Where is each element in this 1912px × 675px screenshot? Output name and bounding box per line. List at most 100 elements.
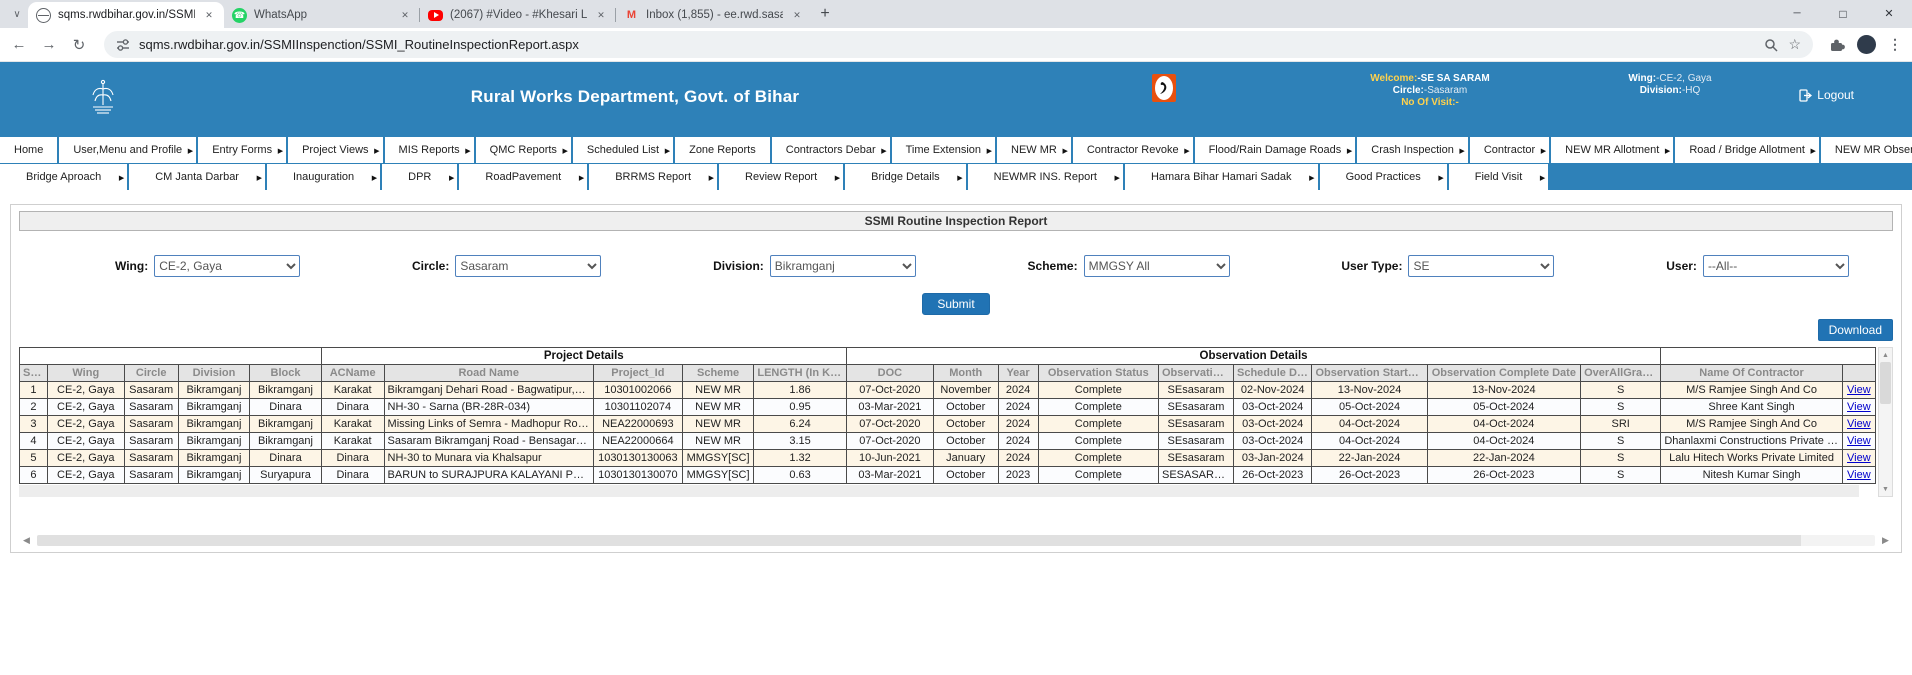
table-cell: Complete	[1038, 450, 1158, 467]
menu-item[interactable]: QMC Reports	[476, 137, 571, 163]
scroll-right-icon[interactable]	[1878, 535, 1893, 546]
browser-address-bar: ← → ↻ sqms.rwdbihar.gov.in/SSMIInspencti…	[0, 28, 1912, 62]
view-cell: View	[1842, 450, 1875, 467]
scroll-down-icon[interactable]	[1882, 482, 1889, 496]
menu-item[interactable]: Entry Forms	[198, 137, 286, 163]
view-link[interactable]: View	[1847, 435, 1871, 447]
download-button[interactable]: Download	[1818, 319, 1893, 341]
bookmark-star-icon[interactable]	[1788, 36, 1801, 53]
menu-item[interactable]: RoadPavement	[459, 164, 587, 190]
tab-close-icon[interactable]	[202, 8, 216, 22]
view-link[interactable]: View	[1847, 384, 1871, 396]
menu-item[interactable]: Road / Bridge Allotment	[1675, 137, 1819, 163]
filter-label: Scheme:	[1028, 259, 1078, 273]
circle-select[interactable]: Sasaram	[455, 255, 601, 277]
browser-menu-icon[interactable]	[1888, 36, 1902, 53]
site-header: Rural Works Department, Govt. of Bihar W…	[0, 62, 1912, 136]
browser-tab[interactable]: Inbox (1,855) - ee.rwd.sasaram	[616, 2, 812, 28]
filter-group: User Type: SE	[1341, 255, 1554, 277]
menu-item[interactable]: Contractor Revoke	[1073, 137, 1193, 163]
table-cell: NEA22000664	[593, 433, 682, 450]
forward-icon[interactable]: →	[40, 36, 58, 53]
table-cell: October	[933, 399, 998, 416]
scroll-up-icon[interactable]	[1882, 348, 1889, 362]
table-cell: Dinara	[250, 450, 322, 467]
user-type-select[interactable]: SE	[1408, 255, 1554, 277]
table-horizontal-scrollbar[interactable]	[19, 485, 1859, 497]
menu-item[interactable]: BRRMS Report	[589, 164, 717, 190]
vertical-scrollbar[interactable]	[1878, 347, 1893, 497]
menu-item[interactable]: NEWMR INS. Report	[968, 164, 1123, 190]
browser-tab[interactable]: (2067) #Video - #Khesari Lal Ya	[420, 2, 616, 28]
menu-item[interactable]: Contractor	[1470, 137, 1549, 163]
table-cell: M/S Ramjee Singh And Co	[1661, 416, 1842, 433]
menu-item[interactable]: Zone Reports	[675, 137, 770, 163]
youtube-icon	[428, 10, 443, 21]
menu-item[interactable]: Flood/Rain Damage Roads	[1195, 137, 1356, 163]
column-header: LENGTH (In KM)	[754, 365, 846, 382]
menu-item[interactable]: Time Extension	[892, 137, 995, 163]
menu-item[interactable]: Good Practices	[1320, 164, 1447, 190]
scheme-select[interactable]: MMGSY All	[1084, 255, 1230, 277]
tab-close-icon[interactable]	[790, 8, 804, 22]
view-link[interactable]: View	[1847, 469, 1871, 481]
tab-close-icon[interactable]	[594, 8, 608, 22]
view-link[interactable]: View	[1847, 401, 1871, 413]
scroll-left-icon[interactable]	[19, 535, 34, 546]
menu-item[interactable]: Project Views	[288, 137, 382, 163]
submit-button[interactable]: Submit	[922, 293, 989, 315]
browser-tab[interactable]: sqms.rwdbihar.gov.in/SSMIInsp	[28, 2, 224, 28]
horizontal-scroll-track[interactable]	[37, 535, 1875, 546]
menu-item[interactable]: DPR	[382, 164, 457, 190]
maximize-button[interactable]	[1820, 0, 1866, 27]
view-link[interactable]: View	[1847, 452, 1871, 464]
view-link[interactable]: View	[1847, 418, 1871, 430]
tab-close-icon[interactable]	[398, 8, 412, 22]
menu-item[interactable]: MIS Reports	[385, 137, 474, 163]
close-button[interactable]	[1866, 0, 1912, 27]
menu-item-label: NEW MR Allotment	[1565, 144, 1659, 156]
table-cell: M/S Ramjee Singh And Co	[1661, 382, 1842, 399]
search-zoom-icon[interactable]	[1764, 38, 1778, 52]
extensions-puzzle-icon[interactable]	[1829, 37, 1845, 53]
view-cell: View	[1842, 416, 1875, 433]
menu-item[interactable]: User,Menu and Profile	[59, 137, 196, 163]
menu-item[interactable]: Contractors Debar	[772, 137, 890, 163]
menu-item[interactable]: Crash Inspection	[1357, 137, 1468, 163]
tab-search-chevron-icon[interactable]	[6, 3, 28, 25]
menu-item[interactable]: Review Report	[719, 164, 843, 190]
main-menu-row-1: Home User,Menu and Profile Entry Forms P…	[0, 136, 1912, 163]
table-cell: 26-Oct-2023	[1427, 467, 1581, 484]
table-cell: 10301002066	[593, 382, 682, 399]
menu-item[interactable]: NEW MR Allotment	[1551, 137, 1673, 163]
logout-button[interactable]: Logout	[1799, 88, 1854, 102]
menu-item[interactable]: Home	[0, 137, 57, 163]
table-cell: Sasaram	[124, 416, 178, 433]
minimize-button[interactable]	[1774, 0, 1820, 27]
new-tab-button[interactable]	[812, 1, 838, 27]
vertical-scroll-thumb[interactable]	[1880, 362, 1891, 404]
table-cell: 26-Oct-2023	[1312, 467, 1427, 484]
menu-item[interactable]: Field Visit	[1449, 164, 1548, 190]
profile-avatar[interactable]	[1857, 35, 1876, 54]
page-horizontal-scrollbar[interactable]	[19, 533, 1893, 548]
table-cell: Lalu Hitech Works Private Limited	[1661, 450, 1842, 467]
user-select[interactable]: --All--	[1703, 255, 1849, 277]
division-select[interactable]: Bikramganj	[770, 255, 916, 277]
horizontal-scroll-thumb[interactable]	[37, 535, 1801, 546]
menu-item[interactable]: Inauguration	[267, 164, 380, 190]
menu-item[interactable]: Bridge Aproach	[0, 164, 127, 190]
browser-tab[interactable]: WhatsApp	[224, 2, 420, 28]
menu-item[interactable]: Bridge Details	[845, 164, 965, 190]
menu-item[interactable]: Hamara Bihar Hamari Sadak	[1125, 164, 1318, 190]
back-icon[interactable]: ←	[10, 36, 28, 53]
url-omnibox[interactable]: sqms.rwdbihar.gov.in/SSMIInspenction/SSM…	[104, 31, 1813, 58]
menu-item[interactable]: Scheduled List	[573, 137, 673, 163]
menu-item[interactable]: NEW MR Observation	[1821, 137, 1912, 163]
reload-icon[interactable]: ↻	[70, 36, 88, 54]
site-info-icon[interactable]	[116, 38, 130, 52]
column-header: Project_Id	[593, 365, 682, 382]
menu-item[interactable]: CM Janta Darbar	[129, 164, 265, 190]
menu-item[interactable]: NEW MR	[997, 137, 1071, 163]
wing-select[interactable]: CE-2, Gaya	[154, 255, 300, 277]
